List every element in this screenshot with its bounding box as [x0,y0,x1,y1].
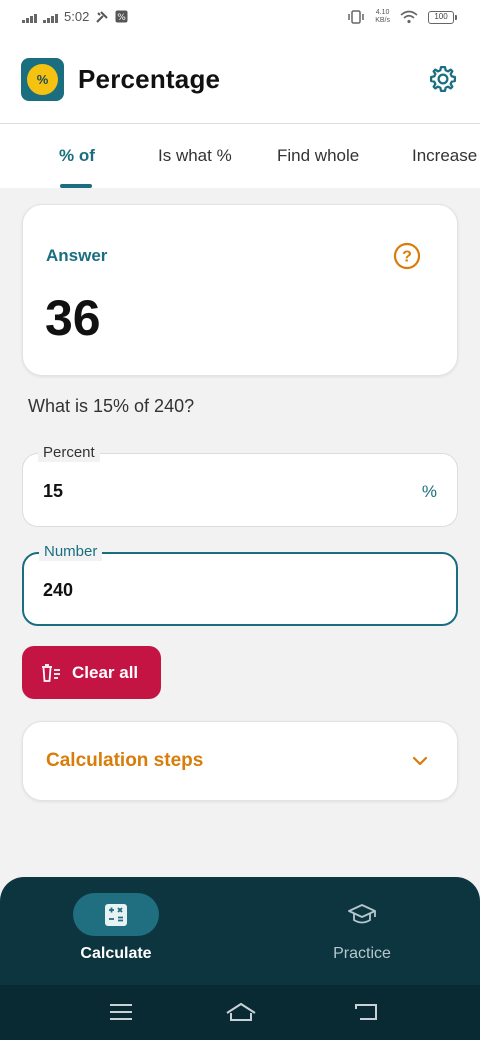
percent-suffix: % [421,482,437,501]
back-icon[interactable] [352,999,382,1025]
wifi-icon [400,10,418,24]
nav-practice-label: Practice [333,945,391,962]
app-logo: % [21,58,64,101]
status-time: 5:02 [64,9,90,24]
number-field-label: Number [39,543,103,561]
tab-is-what-percent[interactable]: Is what % [158,146,232,166]
battery-icon: 100 [428,10,457,24]
system-navigation-bar [0,985,480,1040]
signal-2-icon [43,11,58,23]
tools-icon [96,10,109,23]
tab-bar: % of Is what % Find whole Increase [0,124,480,188]
nav-calculate[interactable]: Calculate [46,893,186,963]
signal-1-icon [22,11,37,23]
tab-percent-of[interactable]: % of [59,146,95,166]
answer-card: Answer ? 36 [22,204,458,376]
menu-icon[interactable] [106,999,136,1025]
tab-increase[interactable]: Increase [412,146,477,166]
percent-field-value[interactable]: 15 [43,481,63,502]
svg-text:?: ? [402,249,412,266]
calculation-steps-label: Calculation steps [46,750,204,771]
home-icon[interactable] [224,999,258,1025]
app-bar: % Percentage [0,40,480,124]
tab-find-whole[interactable]: Find whole [277,146,359,166]
answer-label: Answer [46,246,108,265]
calculator-icon [105,903,127,926]
clear-all-button[interactable]: Clear all [22,646,161,699]
nav-calculate-pill [73,893,159,936]
network-speed: 4.10 KB/s [375,9,390,24]
bottom-navigation: Calculate Practice [0,877,480,985]
nav-calculate-label: Calculate [80,945,152,962]
nav-practice[interactable]: Practice [292,893,432,963]
notification-icon: % [115,10,128,23]
app-title: Percentage [78,64,221,94]
chevron-down-icon [412,756,428,766]
vibrate-icon [348,10,364,24]
question-text: What is 15% of 240? [28,396,195,416]
clear-all-label: Clear all [72,662,139,682]
number-field[interactable]: Number 240 [22,543,458,626]
answer-value: 36 [45,290,101,346]
active-tab-indicator [60,184,92,188]
clear-list-icon [42,663,60,682]
number-field-value[interactable]: 240 [43,580,73,601]
status-bar: 5:02 % 4.10 KB/s 100 [0,0,480,40]
graduation-cap-icon [348,903,376,923]
svg-text:%: % [118,13,127,23]
percent-field-label: Percent [38,444,100,462]
percent-badge-icon: % [29,66,56,93]
nav-practice-pill [319,893,405,936]
calculation-steps-expander[interactable]: Calculation steps [22,721,458,801]
percent-field[interactable]: Percent 15 % [22,444,458,527]
settings-gear-icon[interactable] [428,64,458,94]
help-icon[interactable]: ? [393,242,421,270]
